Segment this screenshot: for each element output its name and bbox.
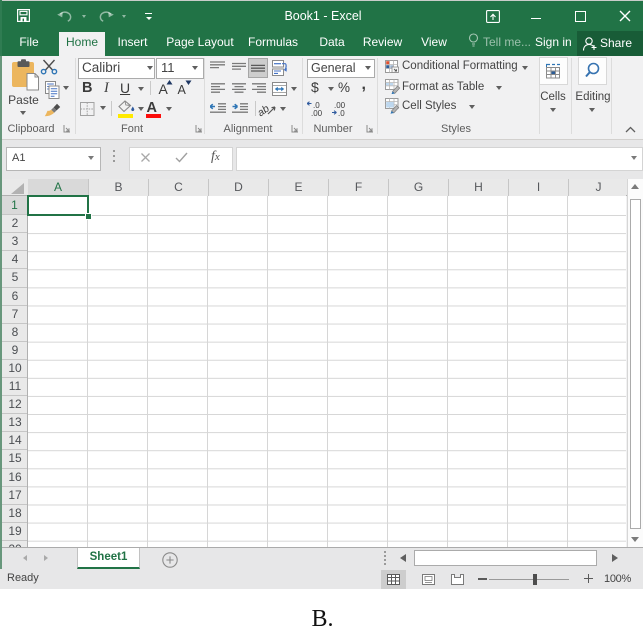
svg-text:ab: ab	[258, 103, 272, 117]
svg-text:.0: .0	[338, 109, 345, 117]
svg-text:.00: .00	[311, 109, 323, 117]
